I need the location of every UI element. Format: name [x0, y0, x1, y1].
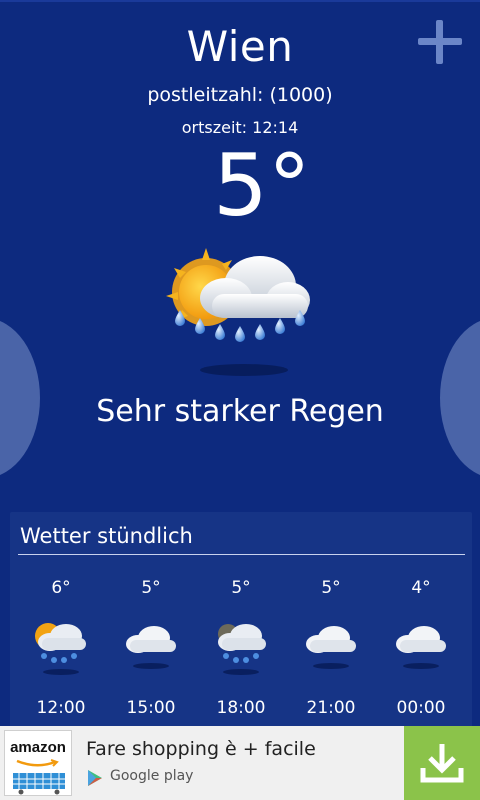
sun-cloud-rain-icon — [35, 623, 86, 675]
hourly-item[interactable]: 6° 12:00 — [16, 572, 106, 722]
weather-condition: Sehr starker Regen — [96, 394, 384, 429]
cloud-icon — [396, 626, 446, 669]
download-button[interactable] — [404, 726, 480, 800]
local-time: ortszeit: 12:14 — [181, 118, 299, 137]
divider — [18, 554, 465, 555]
hourly-item[interactable]: 4° 00:00 — [376, 572, 466, 722]
hourly-temperature: 6° — [51, 578, 71, 598]
current-temperature: 5° — [213, 136, 311, 236]
hourly-forecast-panel: Wetter stündlich 6° 12:00 5° 15:00 5° 18… — [10, 512, 472, 728]
hourly-time: 12:00 — [36, 698, 86, 718]
play-store-icon — [88, 770, 102, 786]
hourly-temperature: 5° — [141, 578, 161, 598]
hourly-item[interactable]: 5° 15:00 — [106, 572, 196, 722]
hourly-temperature: 4° — [411, 578, 431, 598]
hourly-item[interactable]: 5° 18:00 — [196, 572, 286, 722]
store-label: Google play — [110, 768, 194, 784]
cloud-icon — [126, 626, 176, 669]
hourly-temperature: 5° — [321, 578, 341, 598]
hourly-time: 15:00 — [126, 698, 176, 718]
ad-brand: amazon — [10, 739, 66, 756]
ad-banner[interactable]: amazon Fare shopping è + facile Google p… — [0, 726, 480, 800]
amazon-logo: amazon — [4, 730, 72, 796]
smile-arrow-icon — [16, 759, 59, 767]
zip-code: postleitzahl: (1000) — [147, 84, 333, 106]
city-name: Wien — [186, 22, 294, 71]
hourly-time: 00:00 — [396, 698, 446, 718]
cloud-rain-icon — [218, 624, 266, 675]
weather-app: Wien postleitzahl: (1000) ortszeit: 12:1… — [0, 0, 480, 800]
shopping-cart-icon — [13, 773, 65, 795]
cloud-icon — [306, 626, 356, 669]
hourly-time: 18:00 — [216, 698, 266, 718]
status-edge — [0, 0, 480, 2]
download-icon — [420, 744, 464, 783]
ad-headline: Fare shopping è + facile — [86, 738, 316, 760]
sun-cloud-heavy-rain-icon — [166, 248, 310, 376]
hourly-temperature: 5° — [231, 578, 251, 598]
hourly-title: Wetter stündlich — [20, 524, 193, 548]
hourly-time: 21:00 — [306, 698, 356, 718]
hourly-item[interactable]: 5° 21:00 — [286, 572, 376, 722]
